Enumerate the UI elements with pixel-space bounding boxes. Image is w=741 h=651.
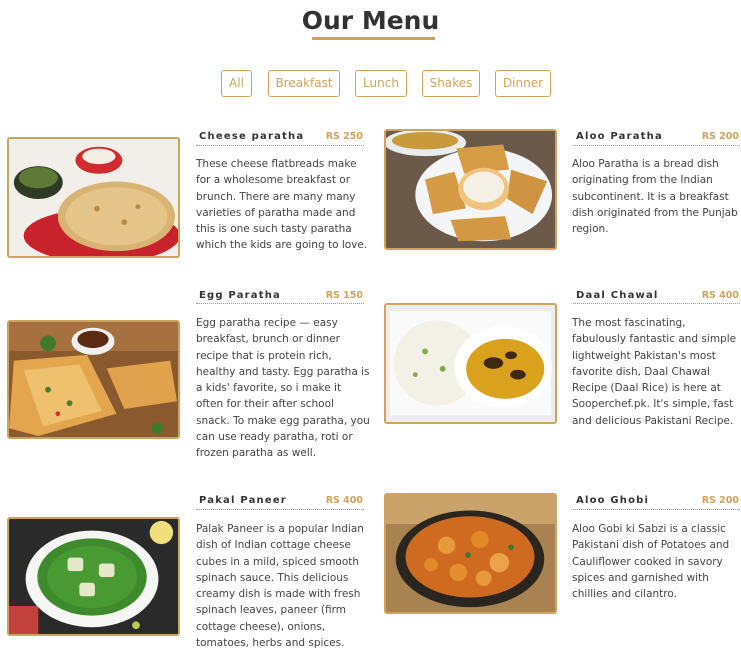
page-title: Our Menu	[301, 6, 440, 35]
price-divider	[573, 509, 740, 510]
price-divider	[573, 145, 740, 146]
item-description: Aloo Gobi ki Sabzi is a classic Pakistan…	[572, 523, 730, 601]
item-name: Aloo Ghobi	[576, 495, 650, 506]
price-divider	[573, 303, 740, 304]
item-price: RS 400	[325, 495, 363, 506]
item-price: RS 400	[701, 290, 739, 301]
title-underline	[312, 37, 435, 40]
item-description: Palak Paneer is a popular Indian dish of…	[196, 523, 364, 650]
daal-chawal-image[interactable]	[384, 303, 557, 424]
filter-lunch[interactable]: Lunch	[355, 70, 407, 97]
item-description: Aloo Paratha is a bread dish originating…	[572, 158, 738, 236]
filter-dinner[interactable]: Dinner	[495, 70, 551, 97]
aloo-gobi-image[interactable]	[384, 493, 557, 614]
cheese-paratha-image[interactable]	[7, 137, 180, 258]
item-name: Pakal Paneer	[199, 495, 287, 506]
item-name: Daal Chawal	[576, 290, 659, 301]
item-price: RS 200	[701, 495, 739, 506]
palak-paneer-image[interactable]	[7, 517, 180, 636]
egg-paratha-image[interactable]	[7, 320, 180, 439]
item-description: Egg paratha recipe — easy breakfast, bru…	[196, 317, 370, 460]
item-name: Aloo Paratha	[576, 131, 663, 142]
price-divider	[196, 509, 364, 510]
item-price: RS 200	[701, 131, 739, 142]
item-price: RS 250	[325, 131, 363, 142]
aloo-paratha-image[interactable]	[384, 129, 557, 250]
filter-all[interactable]: All	[221, 70, 252, 97]
price-divider	[196, 145, 364, 146]
price-divider	[196, 303, 364, 304]
item-name: Cheese paratha	[199, 131, 305, 142]
item-price: RS 150	[325, 290, 363, 301]
item-description: These cheese flatbreads make for a whole…	[196, 158, 368, 252]
filter-shakes[interactable]: Shakes	[422, 70, 480, 97]
filter-breakfast[interactable]: Breakfast	[268, 70, 340, 97]
item-name: Egg Paratha	[199, 290, 281, 301]
item-description: The most fascinating, fabulously fantast…	[572, 317, 737, 427]
